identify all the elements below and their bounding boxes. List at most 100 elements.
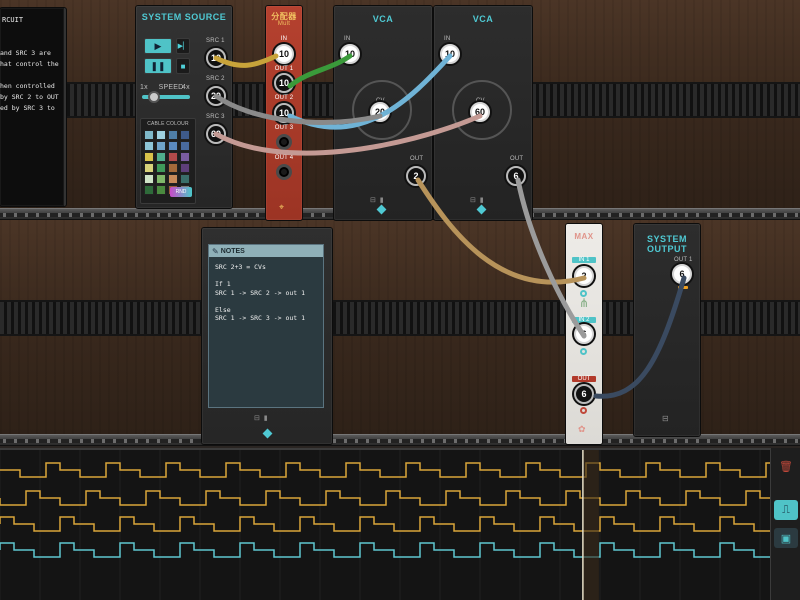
cable-colour-swatch[interactable] — [156, 141, 166, 151]
mult-out1-label: OUT 1 — [274, 66, 294, 72]
cable-colour-swatch[interactable] — [180, 174, 190, 184]
vca1-module: VCA IN 10 CV 20 OUT 2 ⊟ ▮ — [334, 6, 432, 220]
scope-traces — [0, 450, 770, 600]
mult-in-jack[interactable]: 10 — [274, 44, 294, 64]
max-in1-label: IN 1 — [572, 257, 596, 263]
cable-colour-swatch[interactable] — [144, 141, 154, 151]
vca2-title: VCA — [472, 14, 494, 24]
lock-icon[interactable]: ⊟ — [662, 414, 669, 423]
vca1-cv-jack[interactable]: 20 — [370, 102, 390, 122]
max-in2-led — [580, 348, 587, 355]
src3-output-jack[interactable]: 60 — [206, 124, 226, 144]
scope-panel[interactable] — [0, 448, 770, 600]
cable-colour-swatch[interactable] — [168, 152, 178, 162]
system-source-title: SYSTEM SOURCE — [141, 12, 227, 22]
vca2-out-label: OUT — [510, 156, 524, 162]
notes-module: ✎ NOTES SRC 2+3 = CVs If 1 SRC 1 -> SRC … — [202, 228, 332, 444]
notes-logo-icon — [262, 428, 273, 439]
src2-output-jack[interactable]: 20 — [206, 86, 226, 106]
max-in2-label: IN 2 — [572, 317, 596, 323]
vca1-out-jack[interactable]: 2 — [406, 166, 426, 186]
max-out-jack[interactable]: 6 — [574, 384, 594, 404]
src3-label: SRC 3 — [206, 114, 225, 120]
rack-stage: RCUIT and SRC 3 are hat control the hen … — [0, 0, 800, 600]
speed-max-label: 4x — [182, 84, 190, 91]
vca2-in-label: IN — [444, 36, 451, 42]
cable-colour-swatch[interactable] — [180, 130, 190, 140]
mult-subtitle: Mult — [277, 21, 291, 27]
random-colour-button[interactable]: RND — [170, 187, 192, 197]
max-module: MAX IN 1 2 ⋔ IN 2 6 OUT 6 ✿ — [566, 224, 602, 444]
notes-footer-icons: ⊟ ▮ — [254, 415, 269, 422]
scope-sidebar: 🗑 ⎍ ▣ — [770, 448, 800, 600]
speed-slider-handle[interactable] — [148, 91, 160, 103]
cable-colour-swatch[interactable] — [156, 185, 166, 195]
mult-out2-jack[interactable]: 10 — [274, 103, 294, 123]
system-output-out1-jack[interactable]: 6 — [672, 264, 692, 284]
notes-header: ✎ NOTES — [209, 245, 323, 257]
cable-colour-panel: CABLE COLOUR RND — [140, 118, 196, 204]
step-button[interactable]: ▶▏ — [176, 38, 190, 54]
cable-colour-swatch[interactable] — [144, 130, 154, 140]
scope-trace — [0, 542, 770, 558]
cable-colour-swatch[interactable] — [180, 141, 190, 151]
mult-out4-port[interactable] — [276, 164, 292, 180]
play-button[interactable]: ▶ — [144, 38, 172, 54]
mult-out3-label: OUT 3 — [274, 125, 294, 131]
cable-colour-swatch[interactable] — [180, 152, 190, 162]
circuit-description-panel: RCUIT and SRC 3 are hat control the hen … — [0, 8, 66, 206]
circuit-title: RCUIT — [2, 16, 24, 24]
vca1-footer-icons: ⊟ ▮ — [370, 197, 385, 204]
vca2-in-jack[interactable]: 10 — [440, 44, 460, 64]
cable-colour-swatch[interactable] — [144, 152, 154, 162]
cable-colour-swatch[interactable] — [144, 174, 154, 184]
device-icon[interactable]: ▣ — [774, 528, 798, 548]
stop-button[interactable]: ■ — [176, 58, 190, 74]
mult-module: 分配器 Mult IN 10 OUT 1 10 OUT 2 10 OUT 3 O… — [266, 6, 302, 220]
scope-trace — [0, 490, 770, 506]
square-wave-icon[interactable]: ⎍ — [774, 500, 798, 520]
cable-colour-swatch[interactable] — [156, 152, 166, 162]
vca1-in-jack[interactable]: 10 — [340, 44, 360, 64]
cable-colour-swatch[interactable] — [156, 174, 166, 184]
system-output-level-led — [678, 286, 688, 289]
notes-text[interactable]: SRC 2+3 = CVs If 1 SRC 1 -> SRC 2 -> out… — [215, 263, 319, 323]
circuit-lines: and SRC 3 are hat control the hen contro… — [0, 49, 59, 112]
speed-slider[interactable] — [142, 91, 190, 103]
max-title: MAX — [574, 232, 594, 241]
cable-colour-swatch[interactable] — [168, 174, 178, 184]
mult-out1-jack[interactable]: 10 — [274, 73, 294, 93]
cable-colour-swatch[interactable] — [156, 130, 166, 140]
mult-out4-label: OUT 4 — [274, 155, 294, 161]
cable-colour-swatch[interactable] — [168, 130, 178, 140]
max-logo-icon: ✿ — [578, 424, 586, 434]
max-in2-jack[interactable]: 6 — [574, 324, 594, 344]
max-out-led — [580, 407, 587, 414]
vca2-module: VCA IN 10 CV 60 OUT 6 ⊟ ▮ — [434, 6, 532, 220]
cable-colour-swatch[interactable] — [144, 163, 154, 173]
mult-out3-port[interactable] — [276, 134, 292, 150]
vca1-title: VCA — [372, 14, 394, 24]
scope-trace — [0, 462, 770, 478]
src1-label: SRC 1 — [206, 38, 225, 44]
cable-colour-label: CABLE COLOUR — [147, 121, 189, 127]
max-out-label: OUT — [572, 376, 596, 382]
vca2-cv-jack[interactable]: 60 — [470, 102, 490, 122]
cable-colour-swatch[interactable] — [168, 141, 178, 151]
pencil-icon: ✎ — [212, 246, 219, 256]
trash-icon[interactable]: 🗑 — [774, 456, 798, 476]
notes-panel: ✎ NOTES SRC 2+3 = CVs If 1 SRC 1 -> SRC … — [208, 244, 324, 408]
vca2-out-jack[interactable]: 6 — [506, 166, 526, 186]
cable-colour-swatch[interactable] — [144, 185, 154, 195]
cable-colour-swatch[interactable] — [168, 163, 178, 173]
vca1-out-label: OUT — [410, 156, 424, 162]
src1-output-jack[interactable]: 10 — [206, 48, 226, 68]
vca2-footer-icons: ⊟ ▮ — [470, 197, 485, 204]
cable-colour-grid: RND — [144, 130, 194, 200]
max-in1-jack[interactable]: 2 — [574, 266, 594, 286]
cable-colour-swatch[interactable] — [180, 163, 190, 173]
src2-label: SRC 2 — [206, 76, 225, 82]
system-output-title: SYSTEM OUTPUT — [646, 234, 687, 254]
cable-colour-swatch[interactable] — [156, 163, 166, 173]
pause-button[interactable]: ❚❚ — [144, 58, 172, 74]
